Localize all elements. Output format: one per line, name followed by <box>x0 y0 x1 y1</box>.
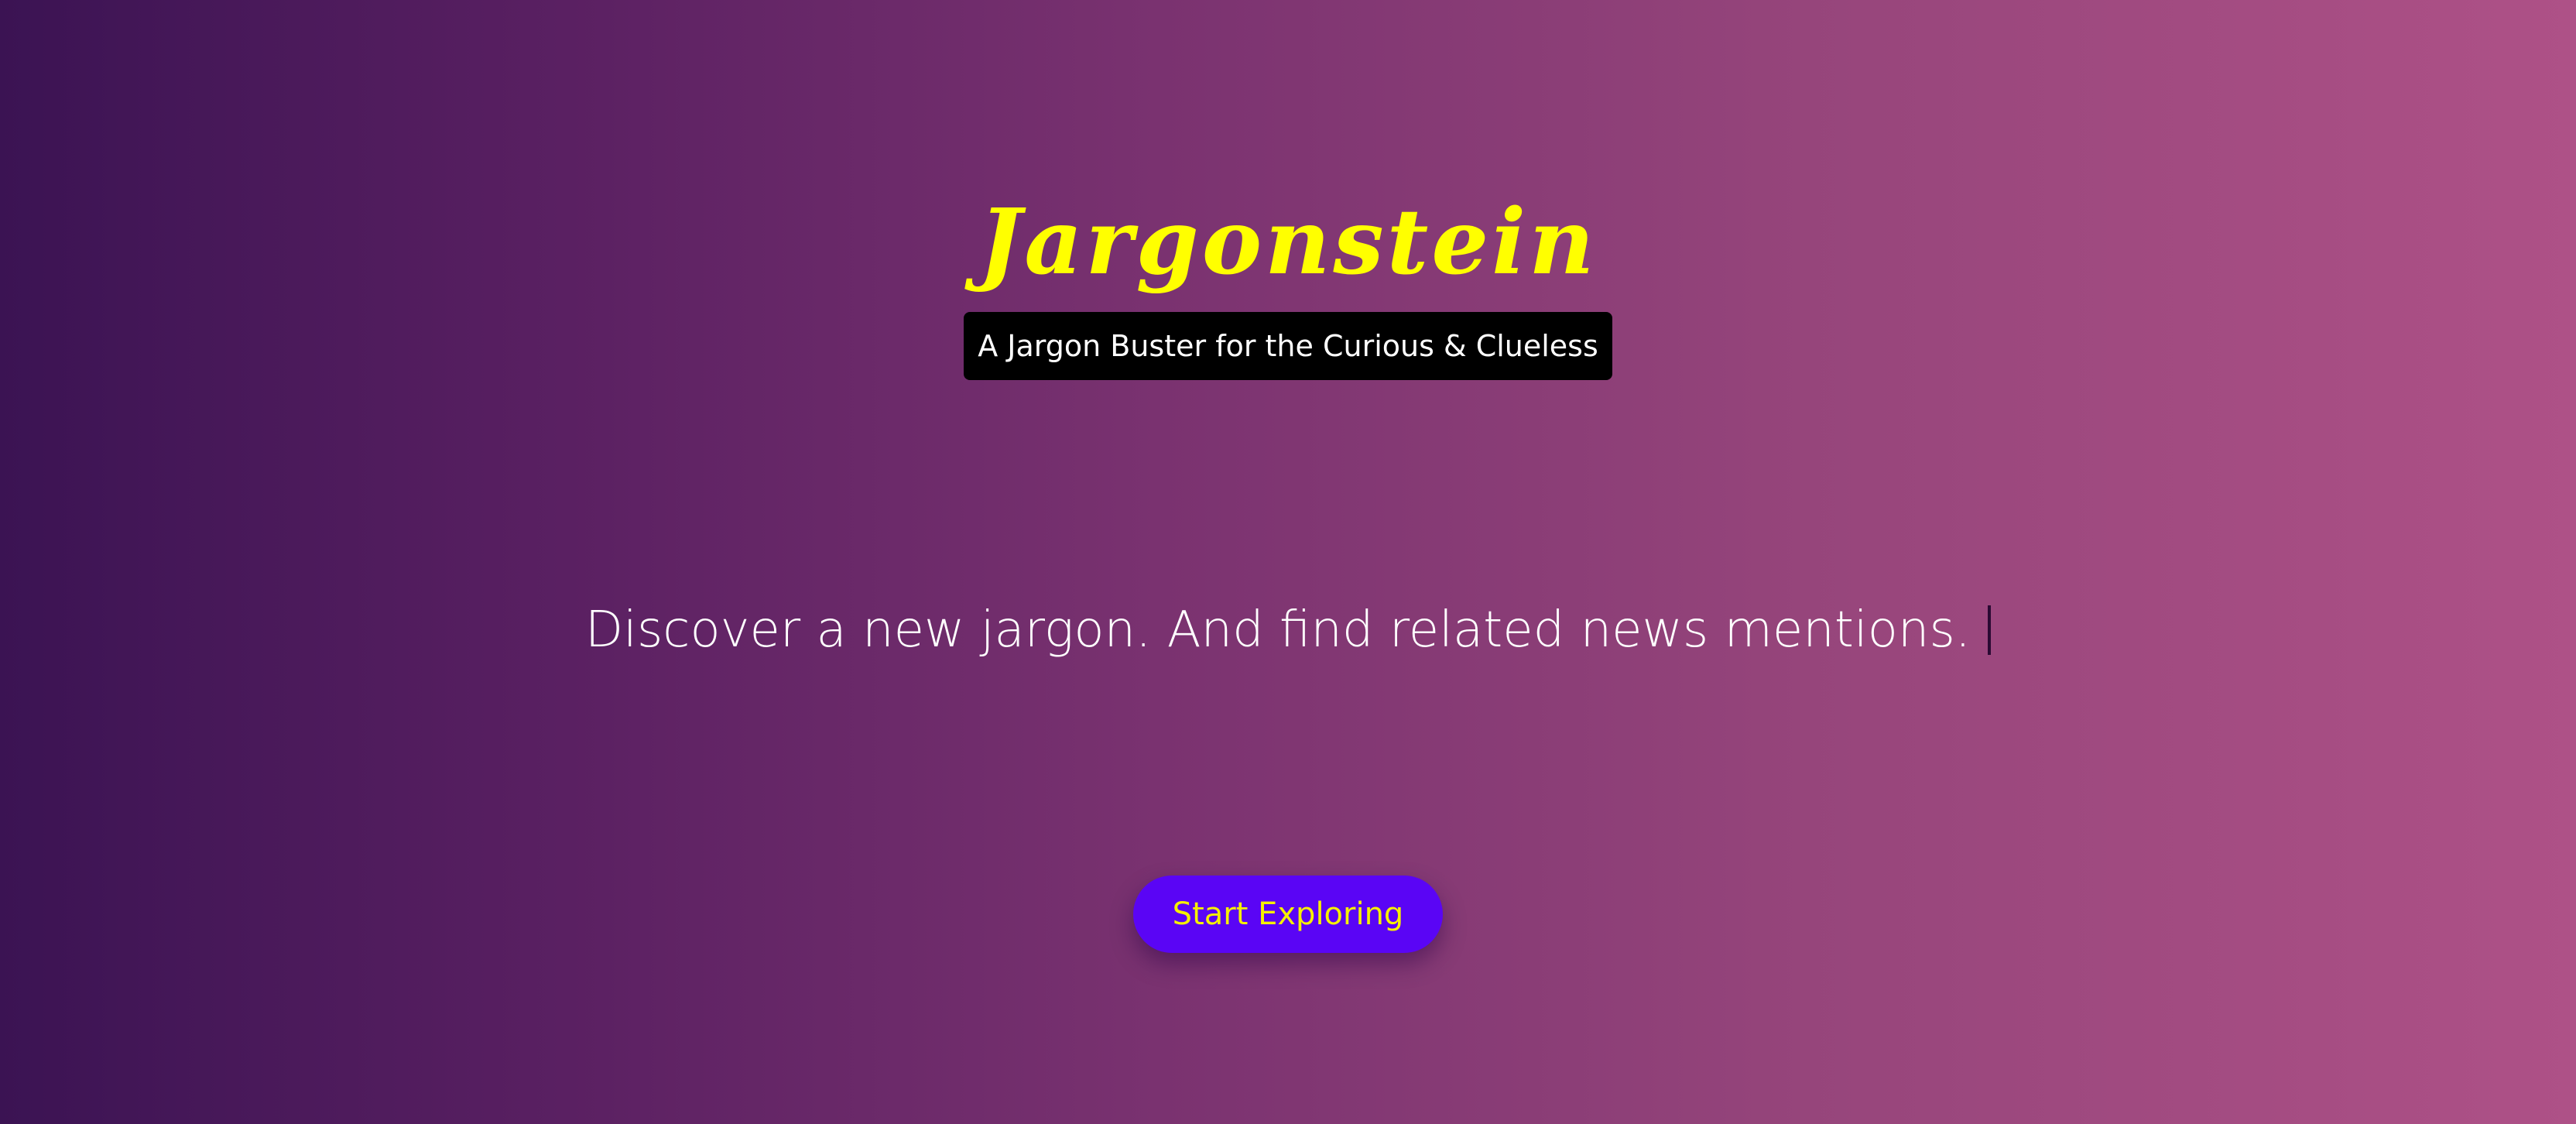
typewriter-line: Discover a new jargon. And find related … <box>0 588 2576 669</box>
tagline-badge: A Jargon Buster for the Curious & Cluele… <box>964 312 1612 380</box>
typewriter-text: Discover a new jargon. And find related … <box>584 601 1971 659</box>
hero-section: Jargonstein A Jargon Buster for the Curi… <box>0 0 2576 1124</box>
start-exploring-button[interactable]: Start Exploring <box>1133 876 1443 953</box>
tagline-container: A Jargon Buster for the Curious & Cluele… <box>0 312 2576 380</box>
cta-container: Start Exploring <box>0 876 2576 953</box>
app-title: Jargonstein <box>978 190 1598 295</box>
text-cursor-icon <box>1988 605 1992 655</box>
